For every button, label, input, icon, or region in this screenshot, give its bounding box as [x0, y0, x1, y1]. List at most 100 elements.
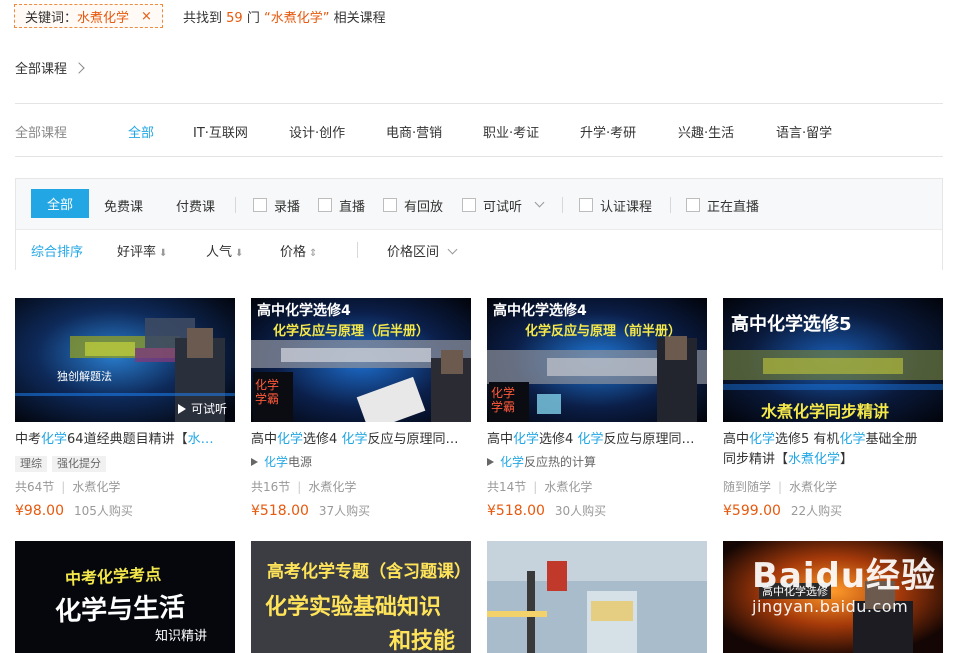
lab-equipment-image [487, 541, 707, 653]
course-thumbnail[interactable]: 中考化学考点 化学与生活 知识精讲 [15, 541, 235, 653]
close-icon[interactable]: × [141, 9, 152, 24]
category-label: 全部课程 [15, 126, 68, 141]
course-price-row: ¥98.00 105人购买 [15, 500, 133, 519]
result-summary: 共找到 59 门 “水煮化学” 相关课程 [183, 11, 386, 26]
course-title[interactable]: 高中化学选修5 有机化学基础全册 同步精讲【水煮化学】 [723, 430, 945, 470]
course-tags: 理综 强化提分 [15, 452, 111, 472]
thumbnail-side-text: 化学学霸 [255, 378, 280, 406]
sort-rating[interactable]: 好评率 ⬇ [117, 241, 167, 260]
play-icon [177, 403, 186, 414]
thumbnail-title: 高考化学专题（含习题课） [267, 562, 471, 582]
arrow-down-icon: ⬇ [235, 248, 244, 259]
tag: 强化提分 [52, 456, 106, 472]
filter-replay-label: 有回放 [404, 200, 444, 215]
course-meta: 随到随学 | 水煮化学 [723, 480, 838, 494]
thumbnail-title: 高中化学选修4 [493, 303, 587, 319]
thumbnail-title: 高中化学选修5 [731, 314, 852, 335]
result-keyword: “水煮化学” [264, 11, 330, 26]
category-all[interactable]: 全部 [128, 122, 154, 141]
sort-arrows-icon: ⇕ [309, 248, 318, 259]
tag: 理综 [15, 456, 47, 472]
category-exam[interactable]: 升学·考研 [580, 122, 636, 141]
keyword-chip: 关键词： 水煮化学 × [14, 4, 163, 28]
category-language[interactable]: 语言·留学 [776, 122, 832, 141]
filter-recorded-label: 录播 [274, 200, 301, 215]
divider [15, 103, 943, 104]
recorded-checkbox[interactable] [253, 198, 267, 212]
course-price-row: ¥518.00 30人购买 [487, 500, 606, 519]
sort-price[interactable]: 价格 ⇕ [280, 241, 317, 260]
live-checkbox[interactable] [318, 198, 332, 212]
course-price: ¥98.00 [15, 503, 64, 519]
buyer-count: 22人购买 [790, 504, 843, 518]
keyword-value: 水煮化学 [77, 10, 130, 26]
course-price-row: ¥599.00 22人购买 [723, 500, 842, 519]
filter-paid[interactable]: 付费课 [176, 196, 215, 215]
trial-badge[interactable]: 可试听 [177, 400, 227, 417]
chevron-right-icon [73, 61, 85, 74]
thumbnail-caption: 独创解题法 [57, 370, 112, 383]
thumbnail-title: 中考化学考点 [64, 564, 162, 589]
course-meta: 共16节 | 水煮化学 [251, 480, 357, 494]
filter-live-now-label: 正在直播 [707, 200, 760, 215]
play-icon [251, 457, 258, 466]
sort-popularity[interactable]: 人气 ⬇ [206, 241, 243, 260]
filter-all-button[interactable]: 全部 [31, 189, 89, 218]
filter-trial-label: 可试听 [483, 200, 523, 215]
thumbnail-title: 高中化学选修4 [257, 303, 351, 319]
replay-checkbox[interactable] [383, 198, 397, 212]
filter-free[interactable]: 免费课 [104, 196, 143, 215]
course-thumbnail[interactable]: 高中化学选修4 化学反应与原理（后半册） 化学学霸 [251, 298, 471, 422]
course-title[interactable]: 中考化学64道经典题目精讲【水… [15, 430, 237, 450]
separator [235, 197, 236, 213]
result-count: 59 [226, 11, 243, 26]
certified-checkbox[interactable] [579, 198, 593, 212]
divider [15, 156, 943, 157]
buyer-count: 37人购买 [318, 504, 371, 518]
course-thumbnail[interactable]: 高中化学选修4 化学反应与原理（前半册） 化学学霸 [487, 298, 707, 422]
course-thumbnail[interactable] [487, 541, 707, 653]
thumbnail-subtitle: 化学反应与原理（后半册） [273, 324, 430, 339]
trial-checkbox[interactable] [462, 198, 476, 212]
filter-certified-label: 认证课程 [600, 200, 653, 215]
course-meta: 共64节 | 水煮化学 [15, 480, 121, 494]
buyer-count: 105人购买 [74, 504, 133, 518]
course-price: ¥599.00 [723, 503, 781, 519]
thumbnail-subtitle: 化学实验基础知识 [265, 595, 442, 620]
thumbnail-caption: 知识精讲 [155, 629, 208, 644]
breadcrumb[interactable]: 全部课程 [15, 58, 85, 77]
course-thumbnail[interactable]: 高考化学专题（含习题课） 化学实验基础知识 和技能 [251, 541, 471, 653]
course-title[interactable]: 高中化学选修4 化学反应与原理同… [487, 430, 709, 450]
thumbnail-side-text: 化学学霸 [491, 386, 516, 414]
watermark-brand: Baidu经验 [752, 556, 937, 596]
course-price: ¥518.00 [487, 503, 545, 519]
course-price-row: ¥518.00 37人购买 [251, 500, 370, 519]
breadcrumb-label: 全部课程 [15, 62, 68, 77]
price-range-dropdown[interactable]: 价格区间 [387, 241, 458, 260]
course-title[interactable]: 高中化学选修4 化学反应与原理同… [251, 430, 473, 450]
course-thumbnail[interactable]: 独创解题法 可试听 [15, 298, 235, 422]
separator [562, 197, 563, 213]
thumbnail-subtitle: 水煮化学同步精讲 [761, 402, 890, 421]
category-ecommerce[interactable]: 电商·营销 [386, 122, 442, 141]
buyer-count: 30人购买 [554, 504, 607, 518]
filter-live-label: 直播 [339, 200, 366, 215]
course-meta: 共14节 | 水煮化学 [487, 480, 593, 494]
category-it[interactable]: IT·互联网 [193, 122, 248, 141]
separator [670, 197, 671, 213]
thumbnail-subtitle: 化学与生活 [54, 592, 186, 628]
chevron-down-icon [447, 244, 458, 255]
play-icon [487, 457, 494, 466]
category-career[interactable]: 职业·考证 [483, 122, 539, 141]
live-now-checkbox[interactable] [686, 198, 700, 212]
thumbnail-subtitle: 化学反应与原理（前半册） [525, 324, 682, 339]
course-subtitle[interactable]: 化学 电源 [251, 453, 312, 470]
course-subtitle[interactable]: 化学 反应热的计算 [487, 453, 596, 470]
category-hobby[interactable]: 兴趣·生活 [678, 122, 734, 141]
sort-default[interactable]: 综合排序 [31, 241, 83, 260]
category-design[interactable]: 设计·创作 [289, 122, 345, 141]
keyword-label: 关键词： [25, 10, 78, 26]
course-thumbnail[interactable]: 高中化学选修5 水煮化学同步精讲 [723, 298, 943, 422]
separator [357, 242, 358, 258]
thumbnail-caption: 和技能 [389, 629, 456, 653]
